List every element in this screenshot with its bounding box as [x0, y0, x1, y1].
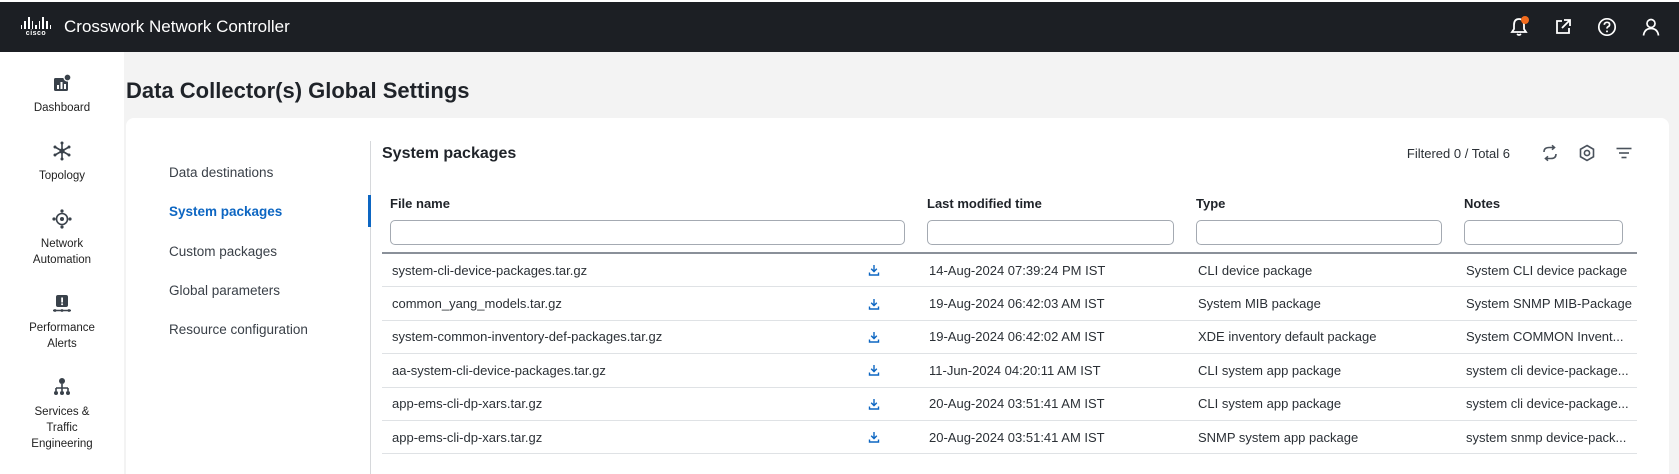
download-icon[interactable] — [867, 297, 881, 311]
notes-cell: system snmp device-pack... — [1466, 429, 1627, 445]
notes-cell: System CLI device package — [1466, 262, 1628, 278]
services-icon — [51, 376, 73, 398]
notification-badge — [1521, 16, 1529, 24]
gear-icon[interactable] — [1576, 142, 1598, 164]
subnav-custom-packages[interactable]: Custom packages — [169, 244, 277, 259]
nav-item-dashboard[interactable]: Dashboard — [0, 72, 124, 116]
help-icon[interactable] — [1595, 15, 1619, 39]
time-cell: 19-Aug-2024 06:42:02 AM IST — [929, 329, 1105, 345]
file-name: app-ems-cli-dp-xars.tar.gz — [392, 396, 543, 412]
page-title: Data Collector(s) Global Settings — [126, 78, 470, 103]
column-notes[interactable]: Notes — [1456, 192, 1637, 252]
file-cell: system-common-inventory-def-packages.tar… — [382, 329, 919, 344]
table-row[interactable]: system-cli-device-packages.tar.gz 14-Aug… — [382, 254, 1637, 288]
subnav-active-indicator — [368, 195, 371, 227]
file-name: system-cli-device-packages.tar.gz — [392, 262, 588, 278]
bell-icon[interactable] — [1507, 15, 1531, 39]
notes-cell: System SNMP MIB-Package — [1466, 296, 1632, 312]
nav-label: Services & Traffic Engineering — [31, 406, 93, 450]
download-icon[interactable] — [867, 330, 881, 344]
nav-item-performance-alerts[interactable]: Performance Alerts — [0, 292, 124, 352]
table-toolbar: Filtered 0 / Total 6 — [1407, 142, 1635, 164]
top-bar: cisco Crosswork Network Controller — [0, 2, 1679, 52]
filter-icon[interactable] — [1613, 142, 1635, 164]
side-nav: Dashboard Topology Network Automation Per… — [0, 52, 124, 474]
subnav-divider — [370, 141, 371, 474]
download-icon[interactable] — [867, 397, 881, 411]
type-cell: CLI system app package — [1198, 362, 1342, 378]
file-name-filter-input[interactable] — [390, 220, 905, 245]
file-name: common_yang_models.tar.gz — [392, 296, 562, 312]
nav-label: Dashboard — [33, 102, 91, 114]
dashboard-icon — [51, 72, 73, 94]
type-cell: CLI device package — [1198, 262, 1313, 278]
time-cell: 11-Jun-2024 04:20:11 AM IST — [929, 362, 1101, 378]
app-title: Crosswork Network Controller — [64, 17, 290, 36]
time-cell: 20-Aug-2024 03:51:41 AM IST — [929, 396, 1105, 412]
network-automation-icon — [51, 208, 73, 230]
table-row[interactable]: system-common-inventory-def-packages.tar… — [382, 321, 1637, 355]
notes-cell: system cli device-package... — [1466, 362, 1629, 378]
file-cell: app-ems-cli-dp-xars.tar.gz — [382, 396, 919, 411]
notes-filter-input[interactable] — [1464, 220, 1623, 245]
last-modified-filter-input[interactable] — [927, 220, 1174, 245]
file-name: app-ems-cli-dp-xars.tar.gz — [392, 429, 543, 445]
file-cell: system-cli-device-packages.tar.gz — [382, 263, 919, 278]
user-icon[interactable] — [1639, 15, 1663, 39]
type-cell: XDE inventory default package — [1198, 329, 1377, 345]
time-cell: 20-Aug-2024 03:51:41 AM IST — [929, 429, 1105, 445]
column-last-modified[interactable]: Last modified time — [919, 192, 1188, 252]
column-header-label: Type — [1196, 196, 1226, 211]
column-header-label: Notes — [1464, 196, 1501, 211]
file-cell: app-ems-cli-dp-xars.tar.gz — [382, 430, 919, 445]
refresh-icon[interactable] — [1539, 142, 1561, 164]
topology-icon — [51, 140, 73, 162]
packages-table: File name Last modified time Type Notes … — [382, 192, 1637, 455]
column-header-label: File name — [390, 196, 450, 211]
nav-label: Topology — [38, 170, 86, 182]
file-cell: aa-system-cli-device-packages.tar.gz — [382, 363, 919, 378]
table-row[interactable]: common_yang_models.tar.gz 19-Aug-2024 06… — [382, 287, 1637, 321]
time-cell: 19-Aug-2024 06:42:03 AM IST — [929, 296, 1105, 312]
subnav-data-destinations[interactable]: Data destinations — [169, 165, 273, 180]
column-type[interactable]: Type — [1188, 192, 1456, 252]
filter-status: Filtered 0 / Total 6 — [1406, 145, 1510, 161]
table-row[interactable]: app-ems-cli-dp-xars.tar.gz 20-Aug-2024 0… — [382, 421, 1637, 455]
notes-cell: System COMMON Invent... — [1466, 329, 1624, 345]
file-name: aa-system-cli-device-packages.tar.gz — [392, 362, 606, 378]
type-cell: SNMP system app package — [1198, 429, 1359, 445]
table-row[interactable]: app-ems-cli-dp-xars.tar.gz 20-Aug-2024 0… — [382, 388, 1637, 421]
download-icon[interactable] — [867, 263, 881, 277]
subnav-resource-configuration[interactable]: Resource configuration — [169, 322, 308, 337]
performance-alerts-icon — [51, 292, 73, 314]
type-cell: System MIB package — [1198, 296, 1321, 312]
download-icon[interactable] — [867, 363, 881, 377]
table-row[interactable]: aa-system-cli-device-packages.tar.gz 11-… — [382, 354, 1637, 388]
nav-item-topology[interactable]: Topology — [0, 140, 124, 184]
nav-item-services-traffic-engineering[interactable]: Services & Traffic Engineering — [0, 376, 124, 452]
brand[interactable]: cisco Crosswork Network Controller — [20, 17, 290, 37]
cisco-logo: cisco — [20, 17, 52, 37]
notes-cell: system cli device-package... — [1466, 396, 1629, 412]
nav-label: Network Automation — [32, 238, 92, 266]
type-filter-input[interactable] — [1196, 220, 1442, 245]
file-name: system-common-inventory-def-packages.tar… — [392, 329, 663, 345]
table-header: File name Last modified time Type Notes — [382, 192, 1637, 254]
nav-label: Performance Alerts — [29, 322, 95, 350]
file-cell: common_yang_models.tar.gz — [382, 296, 919, 311]
time-cell: 14-Aug-2024 07:39:24 PM IST — [929, 262, 1106, 278]
external-link-icon[interactable] — [1551, 15, 1575, 39]
type-cell: CLI system app package — [1198, 396, 1342, 412]
subnav-system-packages[interactable]: System packages — [169, 204, 282, 219]
section-title: System packages — [382, 145, 517, 162]
subnav-global-parameters[interactable]: Global parameters — [169, 283, 280, 298]
download-icon[interactable] — [867, 430, 881, 444]
nav-item-network-automation[interactable]: Network Automation — [0, 208, 124, 268]
cisco-logo-text: cisco — [25, 30, 47, 37]
column-file-name[interactable]: File name — [382, 192, 919, 252]
column-header-label: Last modified time — [927, 196, 1042, 211]
